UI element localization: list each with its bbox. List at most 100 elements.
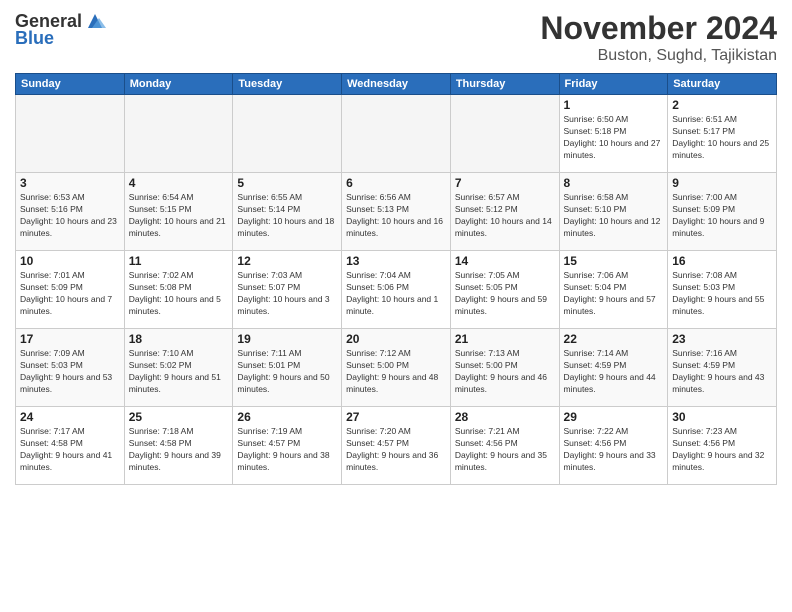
day-info: Sunrise: 7:22 AM Sunset: 4:56 PM Dayligh…	[564, 426, 664, 474]
day-number: 10	[20, 254, 120, 268]
day-info: Sunrise: 7:13 AM Sunset: 5:00 PM Dayligh…	[455, 348, 555, 396]
day-number: 23	[672, 332, 772, 346]
month-title: November 2024	[540, 10, 777, 47]
title-block: November 2024 Buston, Sughd, Tajikistan	[540, 10, 777, 65]
day-info: Sunrise: 7:02 AM Sunset: 5:08 PM Dayligh…	[129, 270, 229, 318]
day-number: 22	[564, 332, 664, 346]
day-number: 18	[129, 332, 229, 346]
calendar-week-row: 10 Sunrise: 7:01 AM Sunset: 5:09 PM Dayli…	[16, 251, 777, 329]
col-monday: Monday	[124, 74, 233, 95]
table-row: 1 Sunrise: 6:50 AM Sunset: 5:18 PM Daylig…	[559, 95, 668, 173]
day-info: Sunrise: 7:17 AM Sunset: 4:58 PM Dayligh…	[20, 426, 120, 474]
header: General Blue November 2024 Buston, Sughd…	[15, 10, 777, 65]
calendar-week-row: 1 Sunrise: 6:50 AM Sunset: 5:18 PM Daylig…	[16, 95, 777, 173]
day-info: Sunrise: 6:56 AM Sunset: 5:13 PM Dayligh…	[346, 192, 446, 240]
day-number: 1	[564, 98, 664, 112]
day-info: Sunrise: 7:05 AM Sunset: 5:05 PM Dayligh…	[455, 270, 555, 318]
day-info: Sunrise: 7:01 AM Sunset: 5:09 PM Dayligh…	[20, 270, 120, 318]
table-row: 16Sunrise: 7:08 AM Sunset: 5:03 PM Dayli…	[668, 251, 777, 329]
table-row: 26 Sunrise: 7:19 AM Sunset: 4:57 PM Dayli…	[233, 407, 342, 485]
table-row: 7 Sunrise: 6:57 AM Sunset: 5:12 PM Daylig…	[450, 173, 559, 251]
table-row: 13 Sunrise: 7:04 AM Sunset: 5:06 PM Dayli…	[342, 251, 451, 329]
table-row: 23 Sunrise: 7:16 AM Sunset: 4:59 PM Dayli…	[668, 329, 777, 407]
day-number: 7	[455, 176, 555, 190]
day-number: 29	[564, 410, 664, 424]
day-info: Sunrise: 7:00 AM Sunset: 5:09 PM Dayligh…	[672, 192, 772, 240]
col-thursday: Thursday	[450, 74, 559, 95]
col-sunday: Sunday	[16, 74, 125, 95]
table-row: 18 Sunrise: 7:10 AM Sunset: 5:02 PM Dayli…	[124, 329, 233, 407]
day-number: 30	[672, 410, 772, 424]
day-info: Sunrise: 7:20 AM Sunset: 4:57 PM Dayligh…	[346, 426, 446, 474]
day-number: 20	[346, 332, 446, 346]
day-number: 14	[455, 254, 555, 268]
table-row: 4 Sunrise: 6:54 AM Sunset: 5:15 PM Daylig…	[124, 173, 233, 251]
table-row	[450, 95, 559, 173]
page: General Blue November 2024 Buston, Sughd…	[0, 0, 792, 612]
day-number: 9	[672, 176, 772, 190]
logo: General Blue	[15, 10, 106, 49]
col-saturday: Saturday	[668, 74, 777, 95]
calendar-week-row: 3Sunrise: 6:53 AM Sunset: 5:16 PM Daylig…	[16, 173, 777, 251]
day-info: Sunrise: 6:50 AM Sunset: 5:18 PM Dayligh…	[564, 114, 664, 162]
day-info: Sunrise: 6:58 AM Sunset: 5:10 PM Dayligh…	[564, 192, 664, 240]
day-info: Sunrise: 7:03 AM Sunset: 5:07 PM Dayligh…	[237, 270, 337, 318]
day-number: 27	[346, 410, 446, 424]
day-info: Sunrise: 7:09 AM Sunset: 5:03 PM Dayligh…	[20, 348, 120, 396]
table-row: 8 Sunrise: 6:58 AM Sunset: 5:10 PM Daylig…	[559, 173, 668, 251]
day-number: 11	[129, 254, 229, 268]
table-row: 30 Sunrise: 7:23 AM Sunset: 4:56 PM Dayli…	[668, 407, 777, 485]
table-row: 20 Sunrise: 7:12 AM Sunset: 5:00 PM Dayli…	[342, 329, 451, 407]
table-row: 2Sunrise: 6:51 AM Sunset: 5:17 PM Daylig…	[668, 95, 777, 173]
day-number: 2	[672, 98, 772, 112]
day-info: Sunrise: 7:12 AM Sunset: 5:00 PM Dayligh…	[346, 348, 446, 396]
table-row	[233, 95, 342, 173]
calendar-table: Sunday Monday Tuesday Wednesday Thursday…	[15, 73, 777, 485]
day-number: 24	[20, 410, 120, 424]
day-info: Sunrise: 6:55 AM Sunset: 5:14 PM Dayligh…	[237, 192, 337, 240]
day-number: 8	[564, 176, 664, 190]
logo-blue: Blue	[15, 28, 54, 49]
calendar-week-row: 17 Sunrise: 7:09 AM Sunset: 5:03 PM Dayli…	[16, 329, 777, 407]
day-info: Sunrise: 7:21 AM Sunset: 4:56 PM Dayligh…	[455, 426, 555, 474]
col-tuesday: Tuesday	[233, 74, 342, 95]
table-row: 22Sunrise: 7:14 AM Sunset: 4:59 PM Dayli…	[559, 329, 668, 407]
day-info: Sunrise: 7:11 AM Sunset: 5:01 PM Dayligh…	[237, 348, 337, 396]
day-info: Sunrise: 7:19 AM Sunset: 4:57 PM Dayligh…	[237, 426, 337, 474]
table-row: 6 Sunrise: 6:56 AM Sunset: 5:13 PM Daylig…	[342, 173, 451, 251]
day-number: 6	[346, 176, 446, 190]
table-row: 12 Sunrise: 7:03 AM Sunset: 5:07 PM Dayli…	[233, 251, 342, 329]
table-row: 15Sunrise: 7:06 AM Sunset: 5:04 PM Dayli…	[559, 251, 668, 329]
day-number: 21	[455, 332, 555, 346]
day-number: 3	[20, 176, 120, 190]
table-row: 29 Sunrise: 7:22 AM Sunset: 4:56 PM Dayli…	[559, 407, 668, 485]
day-number: 12	[237, 254, 337, 268]
day-info: Sunrise: 6:54 AM Sunset: 5:15 PM Dayligh…	[129, 192, 229, 240]
logo-icon	[84, 10, 106, 32]
day-number: 26	[237, 410, 337, 424]
day-info: Sunrise: 7:06 AM Sunset: 5:04 PM Dayligh…	[564, 270, 664, 318]
day-number: 5	[237, 176, 337, 190]
day-number: 17	[20, 332, 120, 346]
table-row	[16, 95, 125, 173]
table-row: 17 Sunrise: 7:09 AM Sunset: 5:03 PM Dayli…	[16, 329, 125, 407]
calendar-header-row: Sunday Monday Tuesday Wednesday Thursday…	[16, 74, 777, 95]
day-number: 28	[455, 410, 555, 424]
table-row: 9 Sunrise: 7:00 AM Sunset: 5:09 PM Daylig…	[668, 173, 777, 251]
day-info: Sunrise: 7:16 AM Sunset: 4:59 PM Dayligh…	[672, 348, 772, 396]
day-number: 4	[129, 176, 229, 190]
day-info: Sunrise: 7:23 AM Sunset: 4:56 PM Dayligh…	[672, 426, 772, 474]
day-number: 16	[672, 254, 772, 268]
day-number: 13	[346, 254, 446, 268]
table-row: 27 Sunrise: 7:20 AM Sunset: 4:57 PM Dayli…	[342, 407, 451, 485]
day-info: Sunrise: 7:18 AM Sunset: 4:58 PM Dayligh…	[129, 426, 229, 474]
table-row: 21 Sunrise: 7:13 AM Sunset: 5:00 PM Dayli…	[450, 329, 559, 407]
day-info: Sunrise: 7:04 AM Sunset: 5:06 PM Dayligh…	[346, 270, 446, 318]
calendar-week-row: 24 Sunrise: 7:17 AM Sunset: 4:58 PM Dayli…	[16, 407, 777, 485]
day-info: Sunrise: 7:10 AM Sunset: 5:02 PM Dayligh…	[129, 348, 229, 396]
day-number: 25	[129, 410, 229, 424]
location: Buston, Sughd, Tajikistan	[540, 47, 777, 65]
table-row: 11 Sunrise: 7:02 AM Sunset: 5:08 PM Dayli…	[124, 251, 233, 329]
table-row: 3Sunrise: 6:53 AM Sunset: 5:16 PM Daylig…	[16, 173, 125, 251]
day-info: Sunrise: 6:57 AM Sunset: 5:12 PM Dayligh…	[455, 192, 555, 240]
